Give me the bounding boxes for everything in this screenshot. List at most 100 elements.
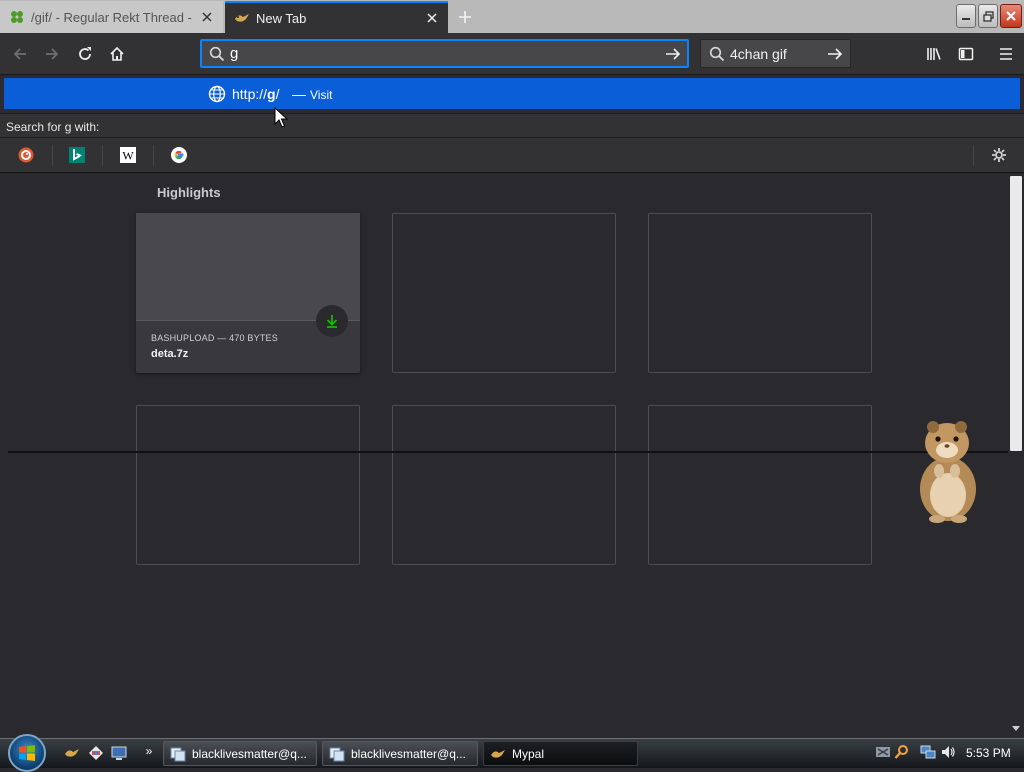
globe-icon [208, 85, 226, 103]
home-icon [109, 46, 125, 62]
taskbar-button-chat-1[interactable]: blacklivesmatter@q... [163, 741, 317, 766]
mypal-quicklaunch-icon[interactable] [64, 745, 80, 761]
mypal-icon [490, 746, 506, 762]
close-tab-icon[interactable] [420, 6, 444, 30]
url-input[interactable] [230, 45, 658, 62]
minimize-button[interactable] [956, 4, 976, 28]
suggestion-separator: — [292, 86, 306, 102]
taskbar-button-mypal[interactable]: Mypal [483, 741, 638, 766]
card-title: deta.7z [151, 348, 189, 360]
download-icon [316, 305, 348, 337]
google-icon[interactable] [170, 146, 188, 164]
taskbar: » blacklivesmatter@q... blacklivesmatter… [0, 734, 1024, 772]
sidebar-button[interactable] [952, 40, 980, 68]
search-input[interactable] [730, 45, 820, 62]
start-button[interactable] [8, 734, 46, 772]
new-tab-page: Highlights BASHUPLOAD — 470 BYTES deta.7… [0, 173, 1024, 738]
library-button[interactable] [920, 40, 948, 68]
volume-icon[interactable] [940, 744, 956, 760]
reload-button[interactable] [71, 40, 99, 68]
forward-button[interactable] [38, 40, 66, 68]
search-for-label: Search for g with: [0, 113, 1024, 138]
tab-title: New Tab [256, 10, 307, 26]
empty-highlight-slot [648, 405, 872, 565]
quicklaunch-overflow-icon[interactable]: » [141, 743, 157, 759]
windows-logo-icon [18, 744, 36, 762]
menu-button[interactable] [992, 40, 1020, 68]
sidebar-icon [958, 46, 974, 62]
arrow-right-icon [827, 46, 843, 62]
tray-search-icon[interactable] [894, 744, 910, 760]
search-go-button[interactable] [820, 40, 850, 67]
mouse-cursor-icon [274, 107, 288, 128]
divider-line [8, 451, 1024, 453]
home-button[interactable] [103, 40, 131, 68]
scroll-down-button[interactable] [1010, 722, 1022, 736]
chat-window-icon [329, 746, 345, 762]
new-tab-button[interactable] [452, 4, 478, 30]
empty-highlight-slot [392, 405, 616, 565]
tab-new-tab[interactable]: New Tab [225, 1, 448, 33]
empty-highlight-slot [136, 405, 360, 565]
one-off-search-engines: W [0, 138, 1024, 173]
duckduckgo-icon[interactable] [17, 146, 35, 164]
highlight-card[interactable]: BASHUPLOAD — 470 BYTES deta.7z [136, 213, 360, 373]
tray-app-icon[interactable] [875, 744, 891, 760]
4chan-clover-icon [9, 9, 25, 25]
gear-icon [991, 147, 1007, 163]
url-host: g [267, 86, 276, 102]
suggestion-url: http://g/ [232, 86, 279, 102]
arrow-right-icon [44, 46, 60, 62]
autocomplete-popup: http://g/ — Visit Search for g with: W [0, 75, 1024, 173]
back-button[interactable] [6, 40, 34, 68]
tab-strip: /gif/ - Regular Rekt Thread - An New Tab [0, 0, 1024, 33]
taskbar-button-chat-2[interactable]: blacklivesmatter@q... [322, 741, 478, 766]
taskbar-button-label: blacklivesmatter@q... [351, 746, 466, 761]
url-suffix: / [275, 86, 280, 102]
divider [52, 145, 53, 166]
search-settings-button[interactable] [990, 146, 1008, 164]
restore-button[interactable] [978, 4, 998, 28]
hamburger-menu-icon [998, 46, 1014, 62]
minimize-icon [961, 11, 971, 21]
close-window-button[interactable] [1000, 4, 1022, 28]
card-source: BASHUPLOAD — 470 BYTES [151, 333, 278, 343]
autocomplete-visit-row[interactable]: http://g/ — Visit [4, 78, 1020, 109]
mypal-icon [234, 10, 250, 26]
plus-icon [458, 10, 472, 24]
svg-text:W: W [122, 149, 134, 163]
divider [973, 145, 974, 166]
highlights-heading: Highlights [157, 185, 221, 200]
divider [102, 145, 103, 166]
show-desktop-icon[interactable] [111, 745, 127, 761]
taskbar-button-label: Mypal [512, 746, 545, 761]
hamster-image [915, 417, 981, 525]
chat-window-icon [170, 746, 186, 762]
scrollbar-thumb[interactable] [1010, 176, 1022, 451]
close-tab-icon[interactable] [195, 5, 219, 29]
reload-icon [77, 46, 93, 62]
suggestion-action: Visit [310, 88, 333, 102]
bing-icon[interactable] [68, 146, 86, 164]
browser-quicklaunch-icon[interactable] [88, 745, 104, 761]
arrow-left-icon [12, 46, 28, 62]
taskbar-clock[interactable]: 5:53 PM [966, 746, 1011, 760]
network-icon[interactable] [920, 744, 936, 760]
go-button[interactable] [658, 40, 688, 67]
url-bar[interactable] [200, 39, 689, 68]
empty-highlight-slot [392, 213, 616, 373]
taskbar-button-label: blacklivesmatter@q... [192, 746, 307, 761]
wikipedia-icon[interactable]: W [119, 146, 137, 164]
search-icon [204, 46, 230, 62]
chevron-down-icon [1012, 726, 1020, 732]
tab-gif-thread[interactable]: /gif/ - Regular Rekt Thread - An [0, 1, 223, 33]
search-bar[interactable] [700, 39, 851, 68]
arrow-right-icon [665, 46, 681, 62]
library-icon [926, 46, 942, 62]
search-icon [704, 46, 730, 62]
empty-highlight-slot [648, 213, 872, 373]
close-icon [1006, 11, 1016, 21]
navigation-toolbar [0, 33, 1024, 75]
url-prefix: http:// [232, 86, 268, 102]
tab-title: /gif/ - Regular Rekt Thread - An [31, 9, 195, 25]
